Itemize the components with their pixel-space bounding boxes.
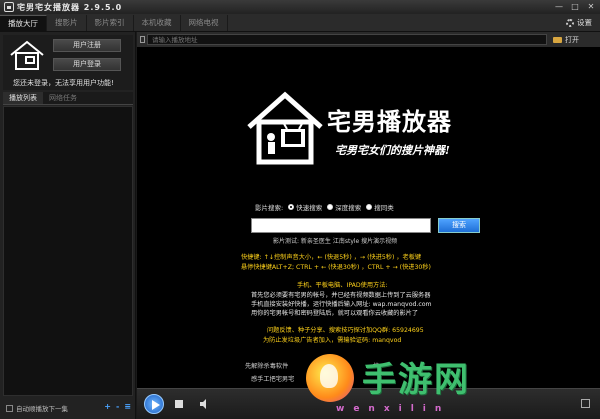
volume-icon[interactable] <box>199 399 209 409</box>
radio-quick-search[interactable]: 快速搜索 <box>288 202 322 212</box>
close-icon[interactable]: ✕ <box>584 1 598 12</box>
search-options: 影片搜索: 快速搜索 深度搜索 搜同类 <box>255 202 394 212</box>
auto-play-checkbox[interactable] <box>6 404 13 412</box>
radio-deep-search-label: 深度搜索 <box>335 204 362 212</box>
hotkeys-line-1: 快捷键: ↑↓控制声音大小，← (快退5秒) ，→ (快进5秒) ，老板键 <box>241 254 422 261</box>
subtab-playlist[interactable]: 播放列表 <box>3 92 43 104</box>
left-subtabs: 播放列表 网络任务 <box>3 92 133 105</box>
left-footer: 自动顺播放下一集 + - ≡ <box>3 400 133 416</box>
playlist-area[interactable] <box>3 106 133 396</box>
tab-search-movies[interactable]: 搜影片 <box>47 15 87 31</box>
house-logo-icon <box>10 40 44 70</box>
feedback-line-2: 为防止发垃圾广告者加入，需输验证码: manqvod <box>263 337 402 344</box>
radio-quick-search-dot <box>288 204 295 210</box>
document-icon <box>140 36 145 43</box>
playlist-buttons: + - ≡ <box>104 402 131 411</box>
search-input[interactable] <box>251 218 431 233</box>
watermark-text: 手游网 <box>362 360 470 400</box>
search-label: 影片搜索: <box>255 204 284 212</box>
register-button[interactable]: 用户注册 <box>53 39 121 52</box>
mobile-title: 手机、平板电脑、IPAD使用方法: <box>297 282 388 289</box>
minimize-icon[interactable]: — <box>552 1 566 12</box>
logo-slogan: 宅男宅女们的搜片神器! <box>335 144 450 157</box>
add-icon[interactable]: + <box>104 402 111 411</box>
radio-similar-search[interactable]: 搜同类 <box>366 202 394 212</box>
login-tip: 您还未登录，无法享用用户功能! <box>13 79 114 87</box>
obscured-line-1: 先解除杀毒软件 <box>245 363 289 370</box>
watermark-url: wenxilin <box>336 404 451 414</box>
feedback-line-1: 问题反馈、种子分享、搜索技巧探讨加QQ群: 65924695 <box>267 327 424 334</box>
tab-play-hall[interactable]: 播放大厅 <box>0 15 47 31</box>
obscured-line-2: 感手工把宅男宅 <box>251 376 295 383</box>
gear-icon <box>566 18 574 27</box>
house-tv-logo-icon <box>247 91 323 165</box>
main-tab-bar: 播放大厅 搜影片 影片索引 本机收藏 网络电视 设置 <box>0 14 600 32</box>
address-input[interactable] <box>147 34 547 45</box>
folder-icon <box>553 36 562 43</box>
address-bar: 打开 <box>137 32 600 47</box>
watermark-badge-icon <box>306 354 354 402</box>
tab-web-tv[interactable]: 网络电视 <box>181 15 228 31</box>
app-tv-icon <box>4 2 14 12</box>
mobile-line-2: 手机直接安装好快播，运行快播后输入网址: wap.manqvod.com <box>251 301 432 308</box>
search-button[interactable]: 搜索 <box>438 218 480 233</box>
mobile-line-3: 用你的宅男帐号和密码登陆后，就可以观看你云收藏的影片了 <box>251 310 419 317</box>
radio-deep-search[interactable]: 深度搜索 <box>327 202 361 212</box>
remove-icon[interactable]: - <box>116 402 119 411</box>
left-panel: 用户注册 用户登录 您还未登录，无法享用用户功能! 播放列表 网络任务 自动顺播… <box>0 32 136 419</box>
maximize-icon[interactable]: □ <box>568 1 582 12</box>
radio-quick-search-label: 快速搜索 <box>296 204 323 212</box>
stop-button[interactable] <box>175 400 183 408</box>
test-links[interactable]: 影片测试: 新亲圣医生 江南style 搜片演示视频 <box>273 236 397 245</box>
settings-button[interactable]: 设置 <box>566 17 592 28</box>
open-button[interactable]: 打开 <box>553 34 598 45</box>
title-bar: 宅男宅女播放器 2.9.5.0 — □ ✕ <box>0 0 600 14</box>
login-button[interactable]: 用户登录 <box>53 58 121 71</box>
login-box: 用户注册 用户登录 您还未登录，无法享用用户功能! <box>3 35 133 90</box>
mobile-line-1: 首先您必须要有宅男的帐号，并已经有视频数据上传到了云服务器 <box>251 292 431 299</box>
window-title: 宅男宅女播放器 2.9.5.0 <box>17 2 123 12</box>
list-menu-icon[interactable]: ≡ <box>124 402 131 411</box>
watermark: 手游网 wenxilin <box>300 348 600 419</box>
open-label: 打开 <box>565 35 579 44</box>
play-button[interactable] <box>144 394 164 414</box>
radio-similar-search-dot <box>366 204 373 210</box>
tab-local-favorites[interactable]: 本机收藏 <box>134 15 181 31</box>
radio-deep-search-dot <box>327 204 334 210</box>
video-screen[interactable]: 宅男播放器 宅男宅女们的搜片神器! 影片搜索: 快速搜索 深度搜索 搜同类 搜索… <box>137 47 600 388</box>
window-controls: — □ ✕ <box>552 1 598 12</box>
auto-play-label: 自动顺播放下一集 <box>16 405 68 413</box>
hotkeys-line-2: 悬停快捷键ALT+Z; CTRL + ← (快退30秒) ，CTRL + → (… <box>241 264 431 271</box>
settings-label: 设置 <box>577 18 592 27</box>
tab-movie-index[interactable]: 影片索引 <box>87 15 134 31</box>
logo-title: 宅男播放器 <box>327 107 452 136</box>
radio-similar-search-label: 搜同类 <box>374 204 394 212</box>
subtab-network-tasks[interactable]: 网络任务 <box>43 92 83 104</box>
